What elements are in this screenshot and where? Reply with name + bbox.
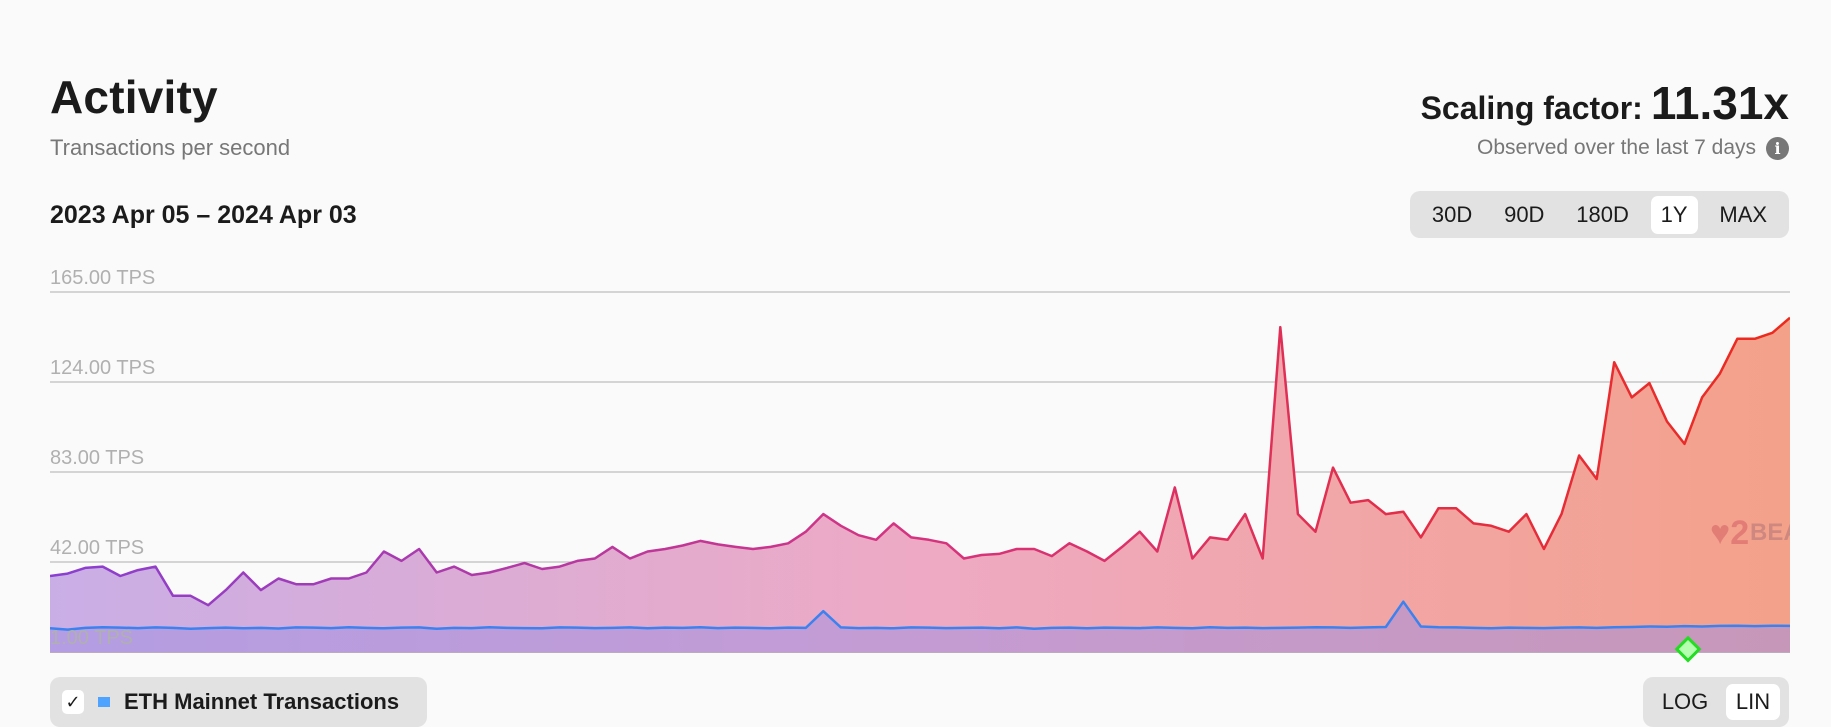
range-30d-button[interactable]: 30D <box>1422 196 1482 234</box>
page-title: Activity <box>50 71 218 123</box>
l2-area <box>50 317 1790 652</box>
lin-scale-button[interactable]: LIN <box>1725 684 1781 720</box>
checkbox-eth-mainnet[interactable]: ✓ <box>62 690 84 714</box>
range-90d-button[interactable]: 90D <box>1494 196 1554 234</box>
y-tick-label: 124.00 TPS <box>50 357 155 379</box>
time-range-selector: 30D 90D 180D 1Y MAX <box>1410 191 1789 238</box>
date-range: 2023 Apr 05 – 2024 Apr 03 <box>50 201 357 229</box>
range-max-button[interactable]: MAX <box>1709 196 1777 234</box>
info-icon[interactable]: i <box>1766 136 1789 160</box>
activity-chart[interactable]: 1.00 TPS 42.00 TPS 83.00 TPS 124.00 TPS 165.… <box>50 262 1790 672</box>
y-tick-label: 165.00 TPS <box>50 267 155 289</box>
y-tick-label: 1.00 TPS <box>50 627 133 649</box>
legend-swatch <box>98 697 110 707</box>
scaling-factor-label: Scaling factor: <box>1420 90 1643 126</box>
svg-text:♥2: ♥2 <box>1710 514 1749 552</box>
legend-label: ETH Mainnet Transactions <box>124 689 400 714</box>
scale-toggle: LOG LIN <box>1643 677 1789 727</box>
legend-eth-mainnet[interactable]: ✓ ETH Mainnet Transactions <box>50 677 427 727</box>
y-tick-label: 83.00 TPS <box>50 447 144 469</box>
observed-text: Observed over the last 7 days <box>1477 136 1756 159</box>
svg-text:BEAT: BEAT <box>1750 519 1790 546</box>
y-tick-label: 42.00 TPS <box>50 537 144 559</box>
log-scale-button[interactable]: LOG <box>1652 684 1718 720</box>
range-180d-button[interactable]: 180D <box>1566 196 1639 234</box>
scaling-factor-value: 11.31x <box>1650 77 1789 129</box>
scaling-factor: Scaling factor: 11.31x <box>1421 76 1789 130</box>
page-subtitle: Transactions per second <box>50 135 291 160</box>
range-1y-button[interactable]: 1Y <box>1650 195 1698 234</box>
observed-note: Observed over the last 7 days i <box>1477 136 1789 160</box>
